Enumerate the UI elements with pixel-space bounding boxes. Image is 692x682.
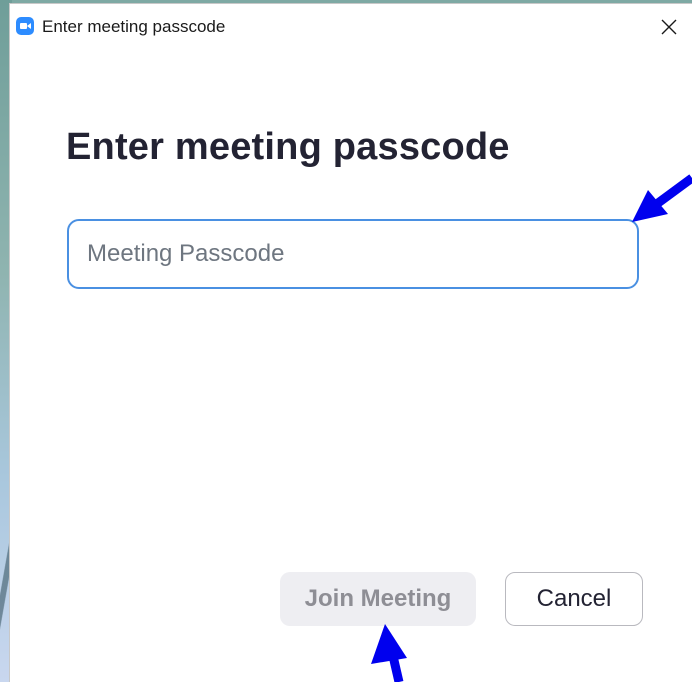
- title-bar: Enter meeting passcode: [10, 4, 692, 50]
- close-button[interactable]: [646, 4, 692, 50]
- cancel-button[interactable]: Cancel: [505, 572, 643, 626]
- window-title: Enter meeting passcode: [42, 17, 226, 36]
- meeting-passcode-input[interactable]: [67, 219, 639, 289]
- zoom-camera-icon: [16, 17, 34, 35]
- dialog-heading: Enter meeting passcode: [66, 126, 510, 168]
- close-icon: [661, 19, 677, 35]
- passcode-dialog: Enter meeting passcode Enter meeting pas…: [10, 4, 692, 682]
- join-meeting-button[interactable]: Join Meeting: [280, 572, 476, 626]
